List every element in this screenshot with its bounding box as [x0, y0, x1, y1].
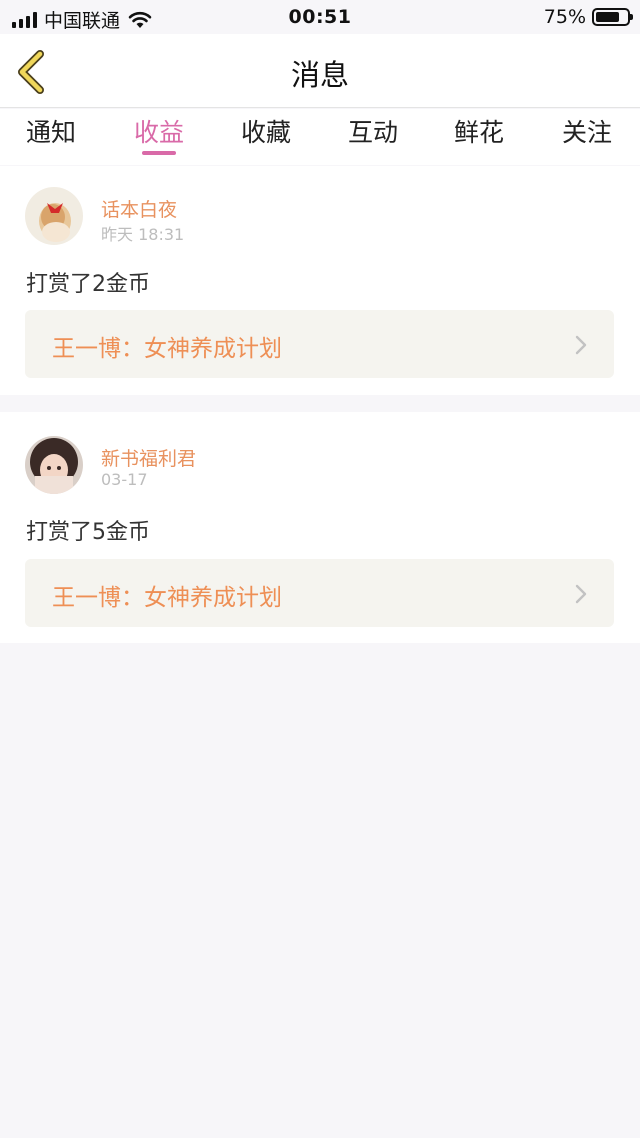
message-card: 话本白夜 昨天 18:31 打赏了2金币 王一博：女神养成计划 [0, 166, 640, 395]
book-link[interactable]: 王一博：女神养成计划 [25, 559, 614, 627]
tab-interactions[interactable]: 互动 [333, 113, 413, 149]
avatar-image [25, 187, 83, 245]
nav-bar: 消息 [0, 34, 640, 108]
message-username[interactable]: 新书福利君 [101, 444, 196, 471]
book-title: 王一博：女神养成计划 [52, 336, 282, 362]
page-title: 消息 [290, 58, 349, 92]
battery-fill [596, 12, 619, 22]
tab-bar: 通知 收益 收藏 互动 鲜花 关注 [0, 109, 640, 165]
tab-flowers[interactable]: 鲜花 [439, 113, 519, 149]
active-tab-indicator [142, 151, 176, 155]
message-time: 昨天 18:31 [101, 225, 185, 244]
tab-earnings[interactable]: 收益 [119, 113, 199, 149]
book-title: 王一博：女神养成计划 [52, 585, 282, 611]
message-time: 03-17 [101, 470, 148, 489]
status-bar: 中国联通 00:51 75% [0, 0, 640, 34]
battery-icon [592, 8, 633, 26]
book-link[interactable]: 王一博：女神养成计划 [25, 310, 614, 378]
avatar[interactable] [25, 436, 83, 494]
message-text: 打赏了2金币 [26, 272, 150, 297]
tab-favorites[interactable]: 收藏 [226, 113, 306, 149]
battery-percent: 75% [543, 6, 586, 28]
tab-notifications[interactable]: 通知 [11, 113, 91, 149]
message-text: 打赏了5金币 [26, 520, 150, 545]
avatar-image [25, 436, 83, 494]
chevron-right-icon [575, 584, 587, 604]
avatar[interactable] [25, 187, 83, 245]
status-right: 75% [543, 6, 633, 28]
message-username[interactable]: 话本白夜 [101, 195, 177, 222]
tab-following[interactable]: 关注 [547, 113, 627, 149]
message-card: 新书福利君 03-17 打赏了5金币 王一博：女神养成计划 [0, 412, 640, 643]
chevron-right-icon [575, 335, 587, 355]
